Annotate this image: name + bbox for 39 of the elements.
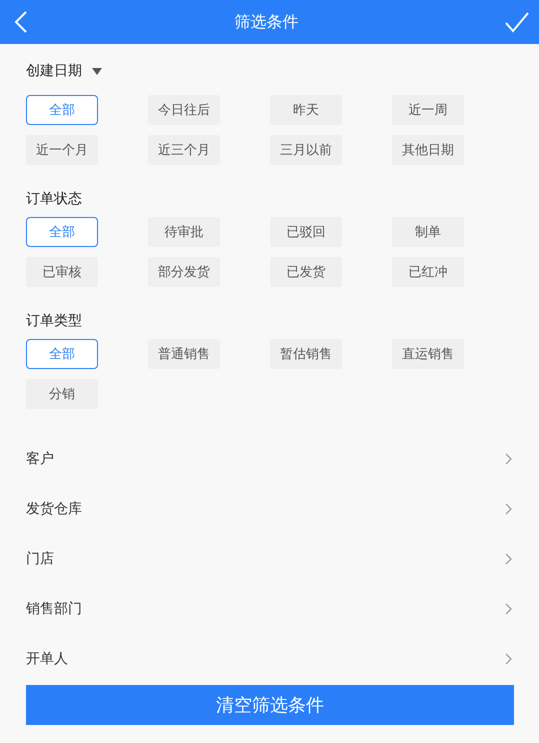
section-title: 订单类型 xyxy=(26,312,82,330)
filter-chip[interactable]: 普通销售 xyxy=(148,339,220,369)
chevron-right-icon[interactable] xyxy=(505,653,512,665)
filter-chip[interactable]: 近一周 xyxy=(392,95,464,125)
filter-chip[interactable]: 已审核 xyxy=(26,257,98,287)
section-title: 订单状态 xyxy=(26,190,82,208)
chevron-right-icon[interactable] xyxy=(505,453,512,465)
filter-chip[interactable]: 已红冲 xyxy=(392,257,464,287)
row-label[interactable]: 发货仓库 xyxy=(26,500,82,518)
filter-chip[interactable]: 其他日期 xyxy=(392,135,464,165)
clear-filters-button[interactable]: 清空筛选条件 xyxy=(26,685,514,725)
filter-chip[interactable]: 全部 xyxy=(26,339,98,369)
filter-chip[interactable]: 已驳回 xyxy=(270,217,342,247)
filter-chip[interactable]: 分销 xyxy=(26,379,98,409)
page-title: 筛选条件 xyxy=(234,12,298,32)
checkmark-icon[interactable] xyxy=(505,11,529,33)
chevron-right-icon[interactable] xyxy=(505,503,512,515)
filter-chip[interactable]: 直运销售 xyxy=(392,339,464,369)
dropdown-icon[interactable] xyxy=(92,68,102,74)
filter-chip[interactable]: 今日往后 xyxy=(148,95,220,125)
section-title: 创建日期 xyxy=(26,62,82,80)
chevron-right-icon[interactable] xyxy=(505,603,512,615)
row-label[interactable]: 客户 xyxy=(26,450,54,468)
filter-chip[interactable]: 已发货 xyxy=(270,257,342,287)
filter-chip[interactable]: 待审批 xyxy=(148,217,220,247)
chevron-right-icon[interactable] xyxy=(505,553,512,565)
filter-chip[interactable]: 部分发货 xyxy=(148,257,220,287)
filter-chip[interactable]: 近一个月 xyxy=(26,135,98,165)
filter-chip[interactable]: 暂估销售 xyxy=(270,339,342,369)
filter-chip[interactable]: 全部 xyxy=(26,95,98,125)
row-label[interactable]: 门店 xyxy=(26,550,54,568)
row-label[interactable]: 开单人 xyxy=(26,650,68,668)
filter-chip[interactable]: 全部 xyxy=(26,217,98,247)
filter-chip[interactable]: 三月以前 xyxy=(270,135,342,165)
filter-chip[interactable]: 制单 xyxy=(392,217,464,247)
filter-chip[interactable]: 近三个月 xyxy=(148,135,220,165)
filter-chip[interactable]: 昨天 xyxy=(270,95,342,125)
row-label[interactable]: 销售部门 xyxy=(26,600,82,618)
back-icon[interactable] xyxy=(14,10,28,34)
